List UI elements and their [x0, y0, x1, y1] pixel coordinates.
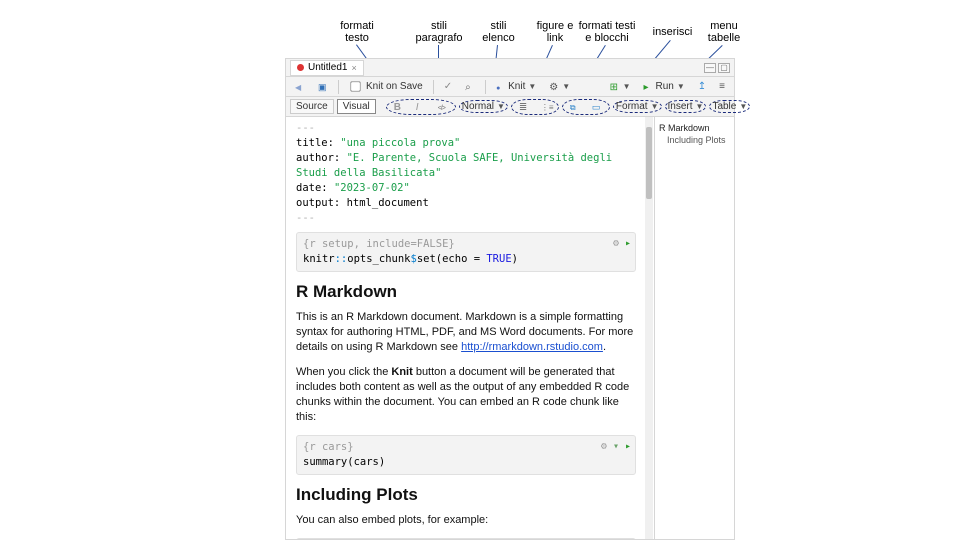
code-chunk-pressure[interactable]: ⚙ ▾ ▸ {r pressure, echo=FALSE} plot(pres…: [296, 538, 636, 539]
chunk-run-icon[interactable]: ▸: [625, 439, 631, 454]
link-image-group: [562, 99, 610, 115]
heading-including-plots[interactable]: Including Plots: [296, 485, 636, 505]
heading-rmarkdown[interactable]: R Markdown: [296, 282, 636, 302]
gear-icon: [549, 82, 559, 92]
knit-label: Knit: [508, 81, 525, 92]
link-icon: [570, 102, 580, 112]
annot-text-formats: formati testo: [332, 20, 382, 44]
knit-icon: [496, 82, 506, 92]
editor-window: Untitled1 × — ▢ Knit on Save ✓ Knit ▼ ▼ …: [285, 58, 735, 540]
back-icon: [295, 82, 305, 92]
annot-insert: inserisci: [650, 26, 695, 38]
numbered-list-icon: [541, 102, 551, 112]
body-para-2[interactable]: When you click the Knit button a documen…: [296, 365, 636, 425]
spellcheck-button[interactable]: ✓: [439, 79, 457, 94]
rmarkdown-icon: [297, 64, 304, 71]
scrollbar-thumb[interactable]: [646, 127, 652, 199]
para-style-label: Normal: [462, 101, 494, 112]
document-content[interactable]: --- title: "una piccola prova" author: "…: [286, 117, 646, 539]
chunk-header: {r cars}: [303, 440, 629, 455]
tab-title: Untitled1: [308, 62, 347, 73]
save-button[interactable]: [313, 80, 333, 94]
chunk-run-icon[interactable]: ▸: [625, 236, 631, 251]
annot-list-styles: stili elenco: [476, 20, 521, 44]
numbered-list-button[interactable]: [536, 100, 556, 114]
tab-close-icon[interactable]: ×: [351, 63, 356, 73]
format-menu-label: Format: [616, 101, 648, 112]
bold-icon: [394, 102, 404, 112]
yaml-close-delim: ---: [296, 211, 636, 226]
body-para-1[interactable]: This is an R Markdown document. Markdown…: [296, 310, 636, 355]
knit-on-save-label: Knit on Save: [366, 81, 423, 92]
outline-item[interactable]: R Markdown: [659, 123, 730, 133]
run-icon: [643, 82, 653, 92]
navigate-back-button[interactable]: [290, 80, 310, 94]
code-button[interactable]: [433, 100, 453, 114]
bold-button[interactable]: [389, 100, 409, 114]
document-outline: R Markdown Including Plots: [654, 117, 734, 539]
code-chunk-cars[interactable]: ⚙ ▾ ▸ {r cars} summary(cars): [296, 435, 636, 475]
add-chunk-button[interactable]: ▼: [605, 80, 636, 94]
vertical-scrollbar[interactable]: [645, 117, 653, 539]
table-menu-label: Table: [712, 101, 736, 112]
bullet-list-icon: [519, 102, 529, 112]
annotation-layer: formati testo stili paragrafo stili elen…: [0, 0, 960, 60]
visual-toolbar: Source Visual Normal ▼ Format▼ Insert▼ T…: [286, 97, 734, 117]
table-menu[interactable]: Table▼: [709, 100, 750, 113]
chunk-header: {r setup, include=FALSE}: [303, 237, 629, 252]
primary-toolbar: Knit on Save ✓ Knit ▼ ▼ ▼ Run ▼ ↥ ≡: [286, 77, 734, 97]
chunk-gear-icon[interactable]: ⚙: [613, 236, 619, 251]
run-button[interactable]: Run ▼: [638, 79, 689, 94]
format-menu[interactable]: Format▼: [613, 100, 662, 113]
code-icon: [438, 102, 448, 112]
maximize-pane-icon[interactable]: ▢: [718, 63, 730, 73]
rmarkdown-link[interactable]: http://rmarkdown.rstudio.com: [461, 341, 603, 353]
settings-button[interactable]: ▼: [544, 80, 575, 94]
image-button[interactable]: [587, 100, 607, 114]
chunk-run-above-icon[interactable]: ▾: [613, 439, 619, 454]
list-group: [511, 99, 559, 115]
add-chunk-icon: [610, 82, 620, 92]
text-format-group: [386, 99, 456, 115]
find-button[interactable]: [460, 80, 480, 94]
italic-button[interactable]: [411, 100, 431, 114]
annot-para-styles: stili paragrafo: [414, 20, 464, 44]
knit-on-save-toggle[interactable]: Knit on Save: [344, 78, 428, 95]
search-icon: [465, 82, 475, 92]
chunk-gear-icon[interactable]: ⚙: [601, 439, 607, 454]
para-style-select[interactable]: Normal ▼: [459, 100, 508, 113]
link-button[interactable]: [565, 100, 585, 114]
code-chunk-setup[interactable]: ⚙ ▸ {r setup, include=FALSE} knitr::opts…: [296, 232, 636, 272]
mode-visual-button[interactable]: Visual: [337, 99, 376, 114]
insert-menu-label: Insert: [668, 101, 693, 112]
image-icon: [592, 102, 602, 112]
bullet-list-button[interactable]: [514, 100, 534, 114]
mode-source-button[interactable]: Source: [290, 99, 334, 114]
disk-icon: [318, 82, 328, 92]
run-label: Run: [655, 81, 673, 92]
knit-button[interactable]: Knit ▼: [491, 79, 541, 94]
yaml-open-delim: ---: [296, 121, 636, 136]
minimize-pane-icon[interactable]: —: [704, 63, 716, 73]
annot-text-blocks: formati testi e blocchi: [572, 20, 642, 44]
yaml-header[interactable]: --- title: "una piccola prova" author: "…: [296, 121, 636, 226]
tab-row: Untitled1 × — ▢: [286, 59, 734, 77]
pane-buttons: — ▢: [704, 63, 730, 73]
publish-button[interactable]: ↥: [693, 79, 711, 94]
insert-menu[interactable]: Insert▼: [665, 100, 707, 113]
outline-toggle-button[interactable]: ≡: [714, 79, 730, 94]
body-para-3[interactable]: You can also embed plots, for example:: [296, 513, 636, 528]
italic-icon: [416, 102, 426, 112]
document-tab[interactable]: Untitled1 ×: [290, 60, 364, 76]
outline-item[interactable]: Including Plots: [659, 135, 730, 145]
annot-tables: menu tabelle: [704, 20, 744, 44]
